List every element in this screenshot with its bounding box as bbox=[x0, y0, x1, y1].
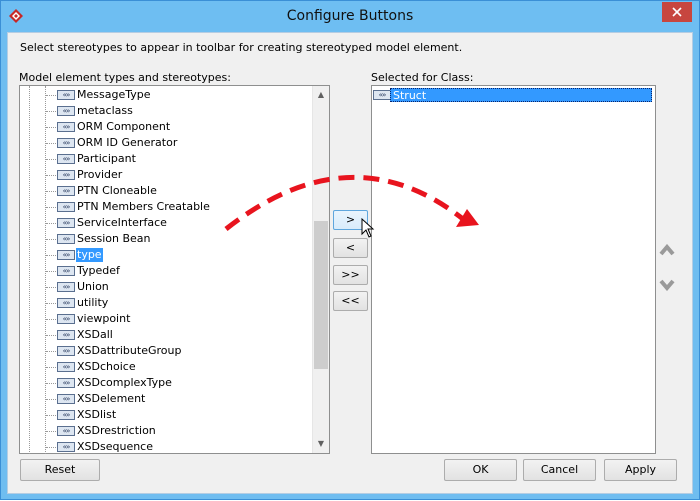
dialog-window: Configure Buttons Select stereotypes to … bbox=[0, 0, 700, 500]
annotation-arrow-icon bbox=[224, 174, 479, 231]
mouse-cursor-icon bbox=[361, 218, 375, 238]
